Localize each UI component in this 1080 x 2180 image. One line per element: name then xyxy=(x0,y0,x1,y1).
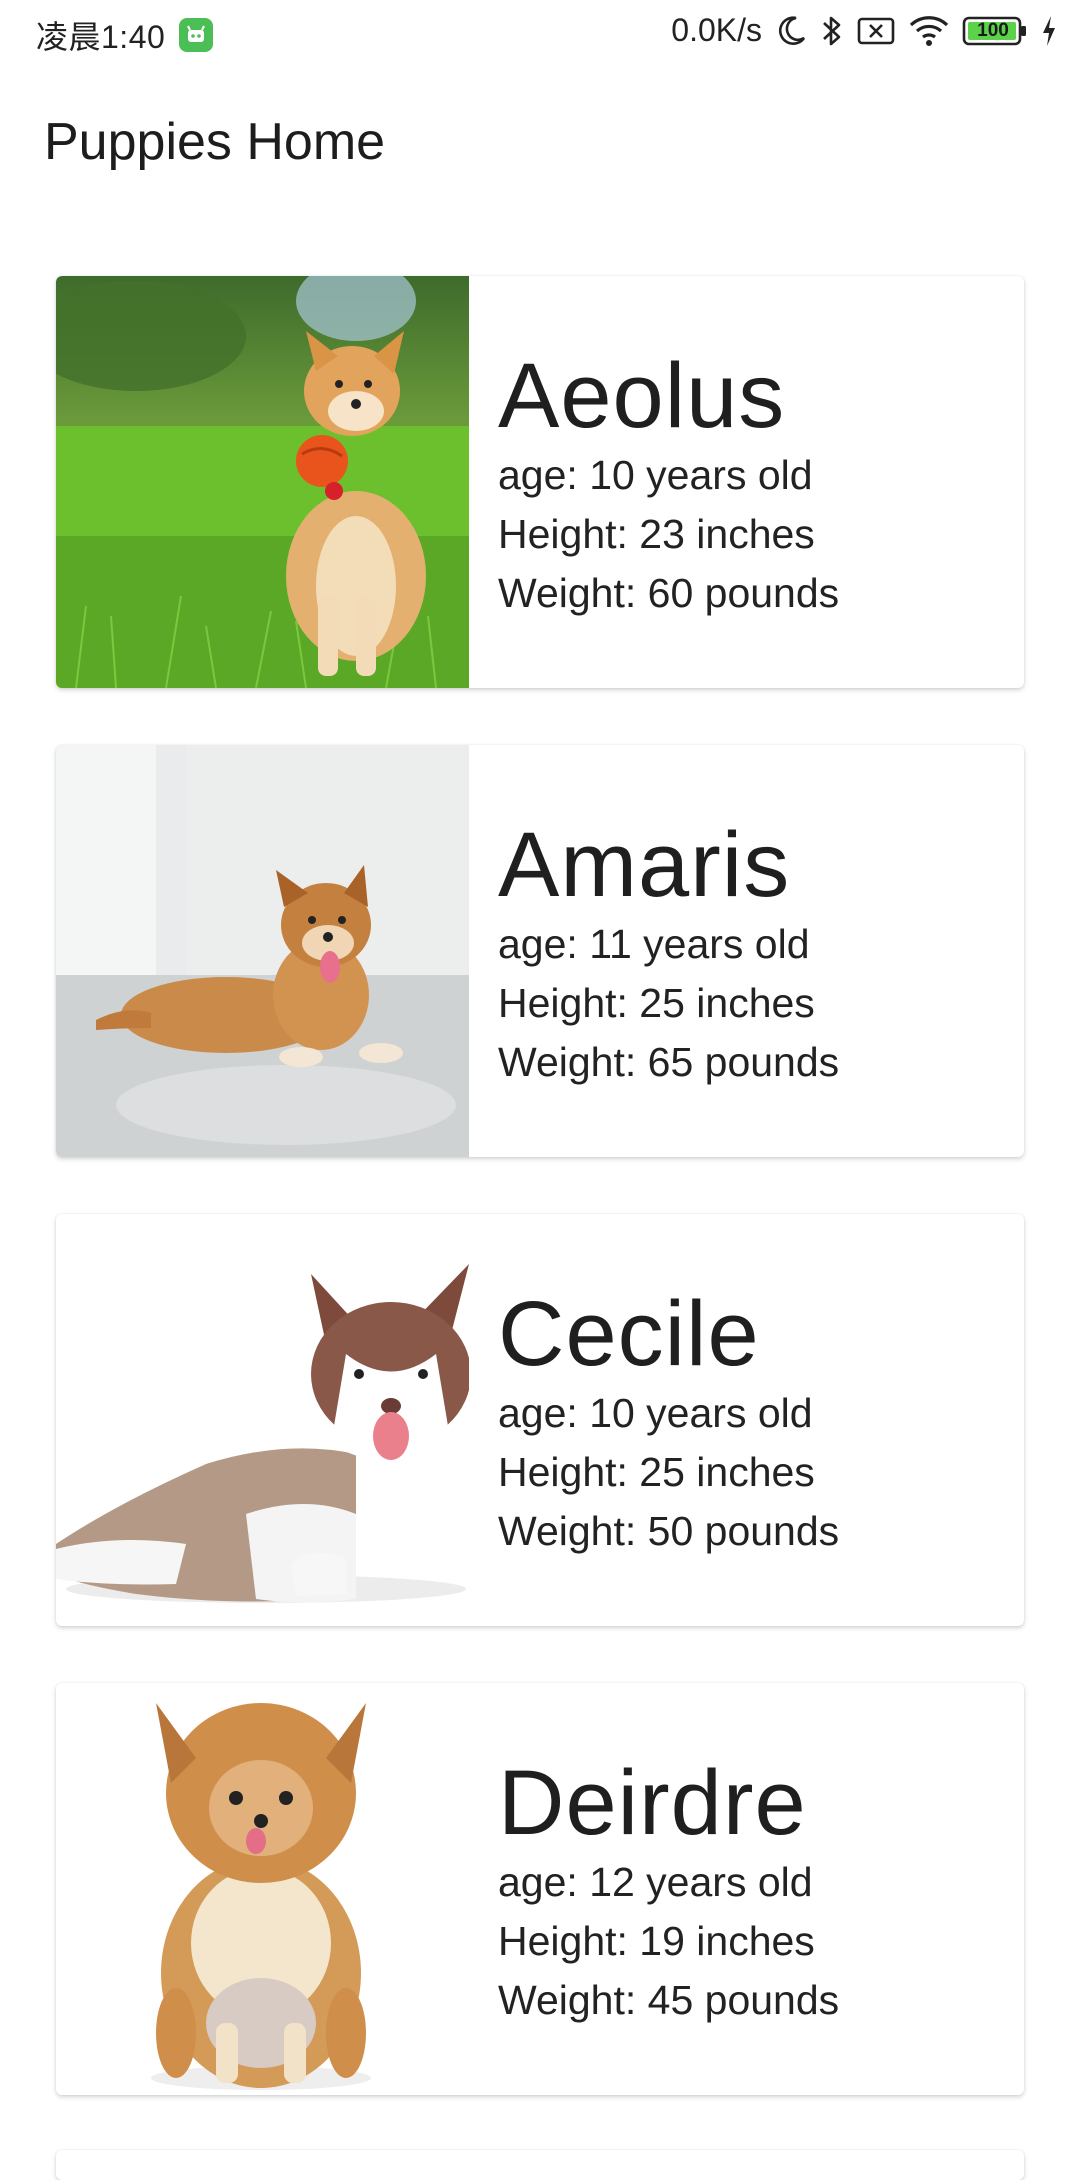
puppy-age: age: 12 years old xyxy=(498,1859,813,1905)
puppy-age: age: 10 years old xyxy=(498,452,813,498)
puppy-card[interactable]: Cecile age: 10 years old Height: 25 inch… xyxy=(56,1214,1024,1626)
puppy-name: Cecile xyxy=(498,1283,760,1385)
puppy-weight: Weight: 50 pounds xyxy=(498,1508,840,1554)
clock: 凌晨1:40 xyxy=(36,19,166,55)
puppy-photo xyxy=(56,1214,469,1626)
sim-disabled-icon xyxy=(856,15,896,47)
puppy-name: Amaris xyxy=(498,814,791,916)
puppy-weight: Weight: 45 pounds xyxy=(498,1977,840,2023)
puppy-photo xyxy=(56,745,469,1157)
puppy-name: Deirdre xyxy=(498,1752,807,1854)
puppy-age: age: 10 years old xyxy=(498,1390,813,1436)
puppy-height: Height: 23 inches xyxy=(498,511,815,557)
bluetooth-icon xyxy=(820,13,844,49)
puppy-name: Aeolus xyxy=(498,345,786,447)
charging-icon xyxy=(1040,14,1058,48)
app-notification-icon xyxy=(179,18,214,52)
puppy-card[interactable]: Amaris age: 11 years old Height: 25 inch… xyxy=(56,745,1024,1157)
status-bar: 凌晨1:40 0.0K/s 100 xyxy=(0,0,1080,66)
puppy-info: Aeolus age: 10 years old Height: 23 inch… xyxy=(498,346,839,623)
puppy-photo xyxy=(56,276,469,688)
puppy-height: Height: 19 inches xyxy=(498,1918,815,1964)
battery-level: 100 xyxy=(977,19,1009,41)
puppy-info: Cecile age: 10 years old Height: 25 inch… xyxy=(498,1284,839,1561)
puppy-info: Amaris age: 11 years old Height: 25 inch… xyxy=(498,815,839,1092)
puppy-card-partial[interactable] xyxy=(56,2150,1024,2180)
wifi-icon xyxy=(908,14,950,48)
puppy-photo xyxy=(56,1683,469,2095)
puppy-weight: Weight: 60 pounds xyxy=(498,570,840,616)
moon-icon xyxy=(774,14,808,48)
puppy-list[interactable]: Aeolus age: 10 years old Height: 23 inch… xyxy=(56,276,1024,2152)
puppy-age: age: 11 years old xyxy=(498,921,810,967)
puppy-card[interactable]: Deirdre age: 12 years old Height: 19 inc… xyxy=(56,1683,1024,2095)
page-title: Puppies Home xyxy=(44,113,386,171)
puppy-card[interactable]: Aeolus age: 10 years old Height: 23 inch… xyxy=(56,276,1024,688)
puppy-weight: Weight: 65 pounds xyxy=(498,1039,840,1085)
puppy-info: Deirdre age: 12 years old Height: 19 inc… xyxy=(498,1753,839,2030)
puppy-height: Height: 25 inches xyxy=(498,1449,815,1495)
battery-icon: 100 xyxy=(962,15,1028,47)
network-speed: 0.0K/s xyxy=(671,12,762,48)
puppy-height: Height: 25 inches xyxy=(498,980,815,1026)
